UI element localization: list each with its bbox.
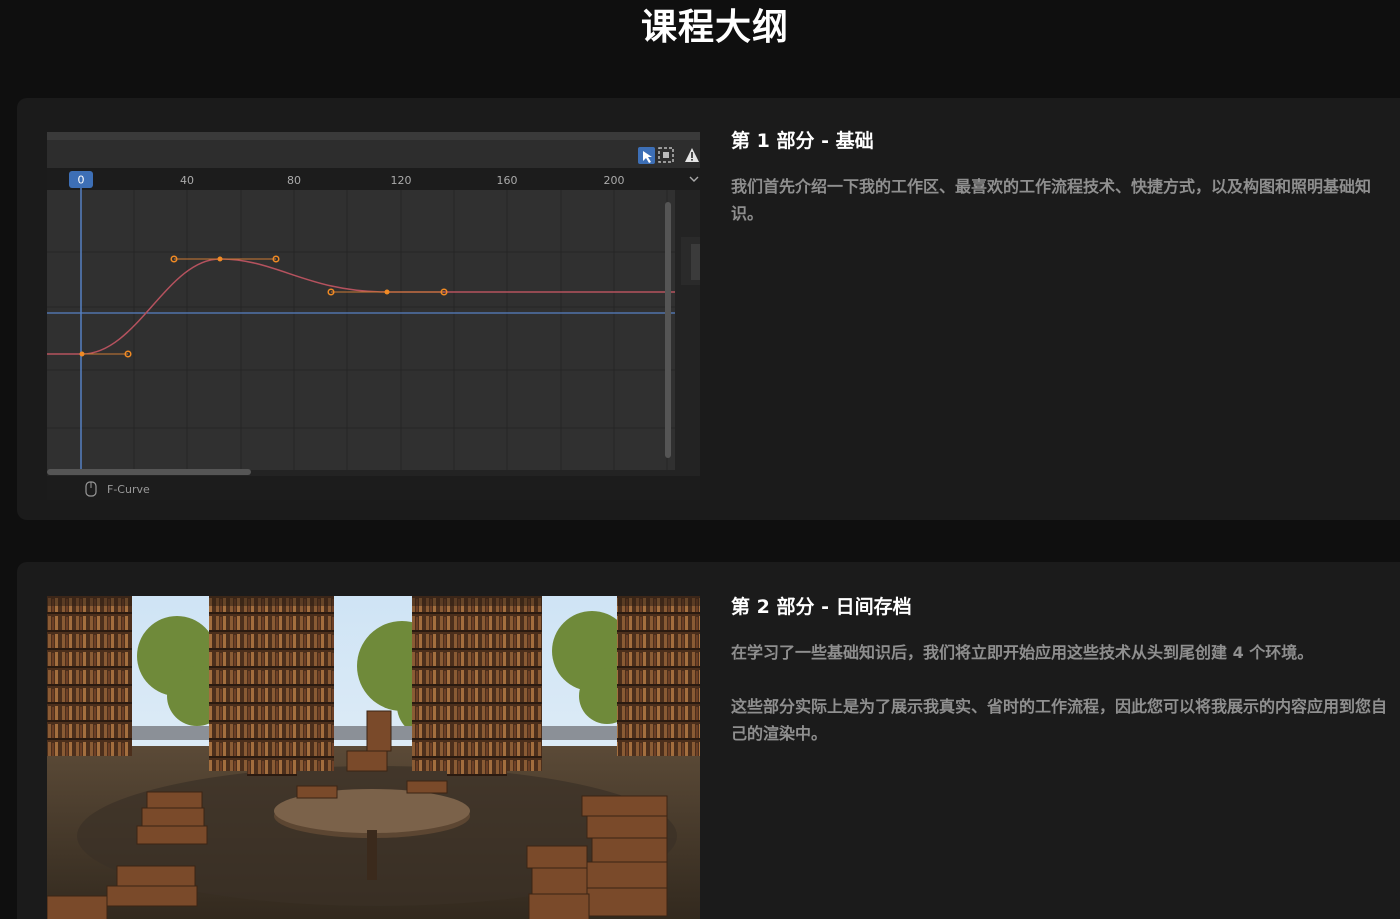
section-card-1: 40 80 120 160 200 0 F-Curve 第 1 部分 - 基础 … — [17, 98, 1400, 520]
section-description: 我们首先介绍一下我的工作区、最喜欢的工作流程技术、快捷方式，以及构图和照明基础知… — [731, 177, 1372, 223]
section-title: 第 2 部分 - 日间存档 — [731, 596, 912, 618]
section-card-2: 第 2 部分 - 日间存档 在学习了一些基础知识后，我们将立即开始应用这些技术从… — [17, 562, 1400, 919]
ruler-label: 160 — [497, 174, 518, 187]
current-frame-badge[interactable]: 0 — [69, 171, 93, 188]
section-title: 第 1 部分 - 基础 — [731, 130, 874, 152]
page-title: 课程大纲 — [640, 7, 789, 48]
library-scene-illustration — [47, 596, 700, 919]
section-description: 这些部分实际上是为了展示我真实、省时的工作流程，因此您可以将我展示的内容应用到您… — [731, 697, 1388, 743]
graph-editor: 40 80 120 160 200 0 F-Curve — [47, 132, 700, 500]
horizontal-scrollbar[interactable] — [47, 469, 251, 475]
footer-label: F-Curve — [107, 483, 150, 496]
section-description: 在学习了一些基础知识后，我们将立即开始应用这些技术从头到尾创建 4 个环境。 — [731, 643, 1314, 662]
svg-text:0: 0 — [78, 174, 85, 187]
ruler-label: 40 — [180, 174, 194, 187]
fcurve-editor-screenshot: 40 80 120 160 200 0 F-Curve — [47, 132, 700, 500]
ruler-label: 80 — [287, 174, 301, 187]
ruler-label: 200 — [604, 174, 625, 187]
ruler-label: 120 — [391, 174, 412, 187]
select-tool-icon[interactable] — [638, 147, 655, 164]
library-render-image — [47, 596, 700, 919]
vertical-scrollbar[interactable] — [665, 202, 671, 458]
